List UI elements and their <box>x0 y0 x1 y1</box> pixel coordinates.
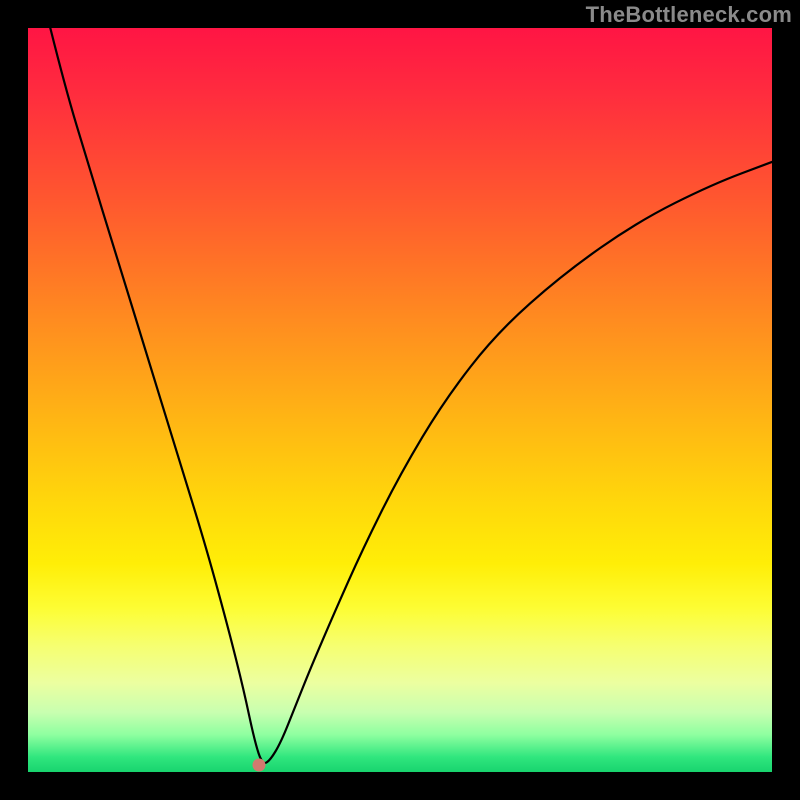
minimum-marker <box>252 758 265 771</box>
bottleneck-curve <box>28 28 772 772</box>
watermark-text: TheBottleneck.com <box>586 2 792 28</box>
plot-area <box>28 28 772 772</box>
chart-frame: TheBottleneck.com <box>0 0 800 800</box>
